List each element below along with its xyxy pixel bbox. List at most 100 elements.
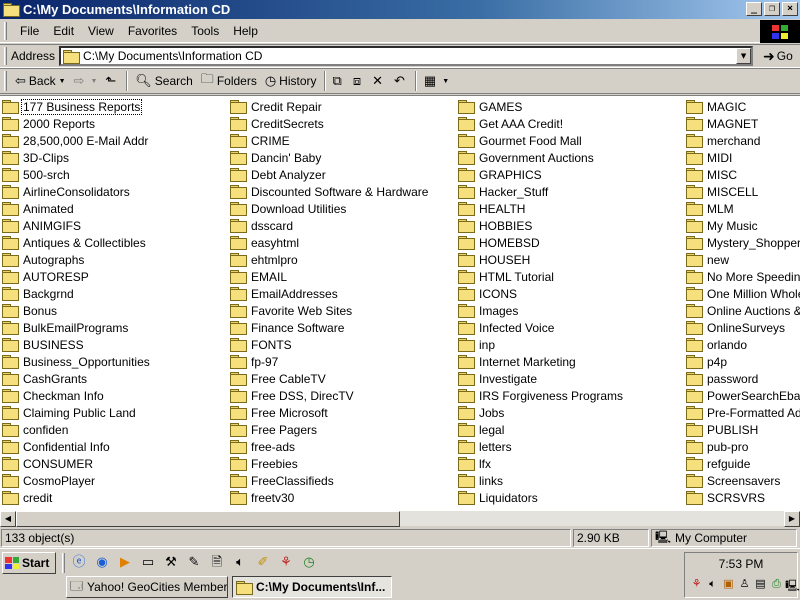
notepad-icon[interactable]: ✎ bbox=[186, 555, 202, 571]
folder-item[interactable]: Download Utilities bbox=[230, 200, 347, 217]
user-icon[interactable]: ♙ bbox=[737, 577, 752, 593]
folder-item[interactable]: CashGrants bbox=[2, 370, 88, 387]
folder-item[interactable]: refguide bbox=[686, 455, 751, 472]
folder-item[interactable]: Hacker_Stuff bbox=[458, 183, 549, 200]
folder-item[interactable]: CONSUMER bbox=[2, 455, 94, 472]
folder-item[interactable]: EmailAddresses bbox=[230, 285, 339, 302]
folder-item[interactable]: Free Pagers bbox=[230, 421, 318, 438]
folder-item[interactable]: Autographs bbox=[2, 251, 85, 268]
folder-item[interactable]: SCRSVRS bbox=[686, 489, 766, 506]
file-list[interactable]: 177 Business Reports 2000 Reports 28,500,0… bbox=[0, 95, 800, 510]
folder-item[interactable]: MIDI bbox=[686, 149, 733, 166]
folder-item[interactable]: Infected Voice bbox=[458, 319, 555, 336]
back-dropdown-icon[interactable]: ▼ bbox=[59, 78, 66, 85]
scroll-right-button[interactable]: ▶ bbox=[784, 511, 800, 527]
document-icon[interactable]: 🗎 bbox=[209, 555, 225, 571]
address-value[interactable]: C:\My Documents\Information CD bbox=[83, 49, 262, 63]
folder-item[interactable]: BUSINESS bbox=[2, 336, 85, 353]
folder-item[interactable]: Dancin' Baby bbox=[230, 149, 322, 166]
back-button[interactable]: ⇦ Back ▼ bbox=[11, 70, 70, 92]
folder-item[interactable]: HEALTH bbox=[458, 200, 526, 217]
horizontal-scrollbar[interactable]: ◀ ▶ bbox=[0, 510, 800, 527]
folder-item[interactable]: 2000 Reports bbox=[2, 115, 96, 132]
folder-item[interactable]: MAGIC bbox=[686, 98, 747, 115]
forward-dropdown-icon[interactable]: ▼ bbox=[90, 78, 97, 85]
folder-item[interactable]: Debt Analyzer bbox=[230, 166, 327, 183]
folder-item[interactable]: Gourmet Food Mall bbox=[458, 132, 583, 149]
internet-explorer-icon[interactable]: ⓔ bbox=[71, 555, 87, 571]
forward-button[interactable]: ⇨ ▼ bbox=[70, 70, 102, 92]
menu-view[interactable]: View bbox=[81, 24, 121, 38]
folder-item[interactable]: CRIME bbox=[230, 132, 291, 149]
folder-item[interactable]: Jobs bbox=[458, 404, 505, 421]
network-icon[interactable]: ⚘ bbox=[278, 555, 294, 571]
folder-item[interactable]: My Music bbox=[686, 217, 759, 234]
folder-item[interactable]: Discounted Software & Hardware bbox=[230, 183, 429, 200]
show-desktop-icon[interactable]: ▭ bbox=[140, 555, 156, 571]
folder-item[interactable]: 500-srch bbox=[2, 166, 71, 183]
folder-item[interactable]: Investigate bbox=[458, 370, 538, 387]
folder-item[interactable]: 28,500,000 E-Mail Addr bbox=[2, 132, 149, 149]
toolbar-grip[interactable] bbox=[62, 553, 65, 573]
folder-item[interactable]: Screensavers bbox=[686, 472, 781, 489]
folder-item[interactable]: GRAPHICS bbox=[458, 166, 543, 183]
folder-item[interactable]: confiden bbox=[2, 421, 69, 438]
address-input[interactable]: C:\My Documents\Information CD ▼ bbox=[59, 46, 754, 66]
move-to-button[interactable]: ⧉ bbox=[329, 70, 349, 92]
folder-item[interactable]: credit bbox=[2, 489, 53, 506]
start-button[interactable]: Start bbox=[2, 552, 56, 574]
folder-item[interactable]: Mystery_Shopper bbox=[686, 234, 800, 251]
folder-item[interactable]: HOMEBSD bbox=[458, 234, 541, 251]
folder-item[interactable]: easyhtml bbox=[230, 234, 300, 251]
folder-item[interactable]: MISCELL bbox=[686, 183, 759, 200]
menu-favorites[interactable]: Favorites bbox=[121, 24, 184, 38]
folder-item[interactable]: One Million Wholesa bbox=[686, 285, 800, 302]
folder-item[interactable]: Free CableTV bbox=[230, 370, 327, 387]
address-dropdown-button[interactable]: ▼ bbox=[736, 48, 752, 64]
folder-item[interactable]: Images bbox=[458, 302, 519, 319]
folder-item[interactable]: 3D-Clips bbox=[2, 149, 70, 166]
folder-item[interactable]: BulkEmailPrograms bbox=[2, 319, 129, 336]
folder-item[interactable]: FreeClassifieds bbox=[230, 472, 335, 489]
folder-item[interactable]: AirlineConsolidators bbox=[2, 183, 131, 200]
folder-item[interactable]: Get AAA Credit! bbox=[458, 115, 564, 132]
menu-tools[interactable]: Tools bbox=[184, 24, 226, 38]
folder-item[interactable]: Free DSS, DirecTV bbox=[230, 387, 355, 404]
restore-button[interactable]: ❐ bbox=[764, 2, 780, 16]
folder-item[interactable]: OnlineSurveys bbox=[686, 319, 786, 336]
scroll-left-button[interactable]: ◀ bbox=[0, 511, 16, 527]
folder-item[interactable]: letters bbox=[458, 438, 513, 455]
folder-item[interactable]: Antiques & Collectibles bbox=[2, 234, 147, 251]
folder-item[interactable]: HOBBIES bbox=[458, 217, 533, 234]
folder-item[interactable]: free-ads bbox=[230, 438, 296, 455]
folder-item[interactable]: password bbox=[686, 370, 759, 387]
folder-item[interactable]: No More Speeding T bbox=[686, 268, 800, 285]
folder-item[interactable]: inp bbox=[458, 336, 496, 353]
taskbar-button-geocities[interactable]: 🗔 Yahoo! GeoCities Member ... bbox=[66, 576, 228, 598]
folder-item[interactable]: Business_Opportunities bbox=[2, 353, 151, 370]
speaker-icon[interactable]: 🔈︎ bbox=[232, 555, 248, 571]
clock-icon[interactable]: ◷ bbox=[301, 555, 317, 571]
scroll-thumb[interactable] bbox=[16, 511, 400, 527]
scheduler-icon[interactable]: ▤ bbox=[753, 577, 768, 593]
folder-item[interactable]: CosmoPlayer bbox=[2, 472, 96, 489]
copy-to-button[interactable]: ⧈ bbox=[349, 70, 368, 92]
menu-file[interactable]: File bbox=[13, 24, 46, 38]
folder-item[interactable]: pub-pro bbox=[686, 438, 749, 455]
undo-button[interactable]: ↶ bbox=[390, 70, 412, 92]
search-button[interactable]: 🔍︎ Search bbox=[131, 70, 197, 92]
folders-button[interactable]: 🗀 Folders bbox=[197, 70, 261, 92]
folder-item[interactable]: merchand bbox=[686, 132, 761, 149]
folder-item[interactable]: p4p bbox=[686, 353, 728, 370]
close-button[interactable]: × bbox=[782, 2, 798, 16]
folder-item[interactable]: legal bbox=[458, 421, 505, 438]
folder-item[interactable]: PowerSearchEbay bbox=[686, 387, 800, 404]
monitor-icon[interactable]: 🖳 bbox=[785, 577, 800, 593]
folder-item[interactable]: MLM bbox=[686, 200, 735, 217]
folder-item[interactable]: Internet Marketing bbox=[458, 353, 577, 370]
clock[interactable]: 7:53 PM bbox=[685, 557, 797, 571]
folder-item[interactable]: Favorite Web Sites bbox=[230, 302, 353, 319]
network-tray-icon[interactable]: ⚘ bbox=[689, 577, 704, 593]
folder-item[interactable]: GAMES bbox=[458, 98, 523, 115]
folder-item[interactable]: Finance Software bbox=[230, 319, 345, 336]
